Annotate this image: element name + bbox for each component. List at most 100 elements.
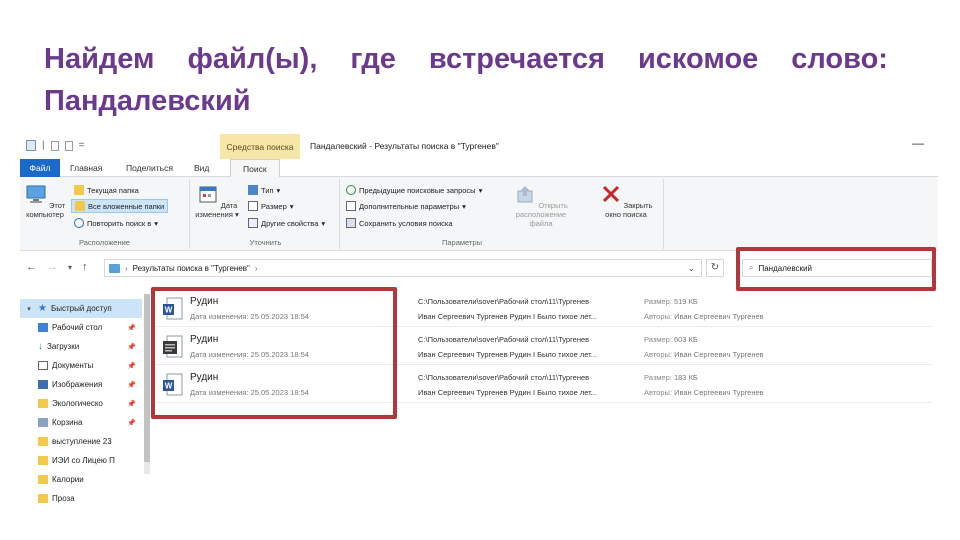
close-icon (602, 185, 619, 203)
slide-title-line2: Пандалевский (44, 85, 251, 117)
nav-item-downloads[interactable]: ↓ Загрузки 📌 (20, 337, 142, 356)
group-location: Этот компьютер Текущая папка Все вложенн… (20, 179, 190, 249)
author-prefix: Авторы: (644, 312, 672, 321)
folder-icon (38, 475, 48, 484)
tab-home[interactable]: Главная (70, 159, 102, 177)
tab-file[interactable]: Файл (20, 159, 60, 177)
document-icon (346, 201, 356, 211)
expand-icon[interactable]: ▾ (24, 305, 34, 313)
separator: | (42, 140, 45, 151)
tab-search[interactable]: Поиск (230, 159, 280, 178)
title-word: где (350, 43, 396, 75)
forward-arrow-icon[interactable]: → (47, 261, 58, 273)
file-title: Иван Сергеевич Тургенев Рудин I Было тих… (418, 312, 598, 321)
nav-item-label: Документы (52, 361, 94, 370)
save-search-button[interactable]: Сохранить условия поиска (346, 216, 453, 230)
scrollbar-thumb[interactable] (144, 294, 150, 462)
nav-item-folder[interactable]: Экологическо 📌 (20, 394, 142, 413)
size-value: 183 КБ (673, 373, 698, 382)
nav-item-quick-access[interactable]: ▾ ★ Быстрый доступ (20, 299, 142, 318)
group-label: Параметры (442, 238, 482, 247)
pin-icon[interactable]: 📌 (127, 381, 136, 389)
folder-icon (38, 494, 48, 503)
nav-item-label: Рабочий стол (52, 323, 103, 332)
close-search-button[interactable]: Закрыть окно поиска (598, 183, 654, 219)
file-size: Размер: 603 КБ (644, 335, 698, 344)
new-folder-icon[interactable] (64, 140, 73, 151)
up-arrow-icon[interactable]: ↑ (82, 261, 88, 273)
tab-view[interactable]: Вид (194, 159, 209, 177)
nav-item-pictures[interactable]: Изображения 📌 (20, 375, 142, 394)
nav-item-label: Быстрый доступ (50, 304, 112, 313)
this-pc-button[interactable]: Этот компьютер (22, 183, 68, 219)
nav-item-folder[interactable]: Калории (20, 470, 142, 489)
size-button[interactable]: Размер ▾ (248, 199, 294, 213)
current-folder-label: Текущая папка (87, 185, 139, 195)
nav-item-label: Проза (52, 494, 75, 503)
title-word: файл(ы), (187, 43, 318, 75)
minimize-icon[interactable]: — (912, 136, 924, 150)
nav-item-desktop[interactable]: Рабочий стол 📌 (20, 318, 142, 337)
size-prefix: Размер: (644, 297, 672, 306)
advanced-options-button[interactable]: Дополнительные параметры ▾ (346, 199, 466, 213)
pin-icon[interactable]: 📌 (127, 362, 136, 370)
nav-item-label: ИЭИ со Лицею П (52, 456, 115, 465)
chevron-right-icon[interactable]: › (255, 264, 258, 273)
qat-dropdown-icon[interactable]: = (79, 140, 85, 151)
author-prefix: Авторы: (644, 350, 672, 359)
address-path: Результаты поиска в "Тургенев" (132, 263, 250, 273)
slide-title: Найдем файл(ы), где встречается искомое … (44, 38, 888, 122)
pin-icon[interactable]: 📌 (127, 400, 136, 408)
nav-item-folder[interactable]: ИЭИ со Лицею П (20, 451, 142, 470)
chevron-down-icon: ▾ (462, 201, 466, 211)
file-size: Размер: 183 КБ (644, 373, 698, 382)
computer-icon (26, 185, 46, 203)
recent-dropdown-icon[interactable]: ▾ (68, 263, 72, 273)
other-props-label: Другие свойства (261, 218, 319, 228)
file-title: Иван Сергеевич Тургенев Рудин I Было тих… (418, 350, 598, 359)
all-subfolders-button[interactable]: Все вложенные папки (71, 199, 169, 213)
tab-share[interactable]: Поделиться (126, 159, 173, 177)
author-value: Иван Сергеевич Тургенев (674, 312, 764, 321)
nav-item-folder[interactable]: Проза (20, 489, 142, 506)
pictures-icon (38, 380, 48, 389)
chevron-down-icon: ▾ (321, 218, 326, 228)
current-folder-button[interactable]: Текущая папка (74, 183, 139, 197)
nav-scrollbar[interactable] (144, 294, 150, 474)
title-word: искомое (637, 43, 759, 75)
nav-item-recycle-bin[interactable]: Корзина 📌 (20, 413, 142, 432)
back-arrow-icon[interactable]: ← (26, 261, 37, 273)
pin-icon[interactable]: 📌 (127, 419, 136, 427)
size-icon (248, 201, 258, 211)
quick-access-toolbar: | = (26, 140, 84, 151)
refresh-icon[interactable]: ↻ (706, 259, 724, 277)
pin-icon[interactable]: 📌 (127, 324, 136, 332)
save-search-label: Сохранить условия поиска (359, 218, 453, 228)
folder-icon[interactable] (26, 140, 36, 151)
subfolders-icon (75, 201, 85, 211)
group-refine: Дата изменения ▾ Тип ▾ Размер ▾ Другие с… (192, 179, 340, 249)
recent-searches-button[interactable]: Предыдущие поисковые запросы ▾ (346, 183, 482, 197)
results-highlight-box (151, 287, 397, 419)
title-word: слово: (791, 43, 888, 75)
size-prefix: Размер: (644, 373, 672, 382)
size-value: 519 КБ (673, 297, 698, 306)
nav-item-label: выступление 23 (52, 437, 112, 446)
search-icon (74, 218, 84, 228)
nav-item-documents[interactable]: Документы 📌 (20, 356, 142, 375)
open-location-button[interactable]: Открыть расположение файла (506, 183, 576, 228)
search-again-button[interactable]: Повторить поиск в ▾ (74, 216, 158, 230)
other-props-button[interactable]: Другие свойства ▾ (248, 216, 325, 230)
nav-item-label: Калории (52, 475, 84, 484)
nav-item-folder[interactable]: выступление 23 (20, 432, 142, 451)
nav-item-label: Загрузки (47, 342, 80, 351)
chevron-down-icon[interactable]: ⌄ (687, 263, 695, 274)
address-bar[interactable]: › Результаты поиска в "Тургенев" › ⌄ (104, 259, 702, 277)
kind-button[interactable]: Тип ▾ (248, 183, 280, 197)
slide-title-line1: Найдем файл(ы), где встречается искомое … (44, 38, 888, 80)
ribbon: Этот компьютер Текущая папка Все вложенн… (20, 177, 938, 251)
desktop-icon (38, 323, 48, 332)
properties-icon[interactable] (50, 140, 59, 151)
date-modified-button[interactable]: Дата изменения ▾ (194, 183, 240, 219)
pin-icon[interactable]: 📌 (127, 343, 136, 351)
